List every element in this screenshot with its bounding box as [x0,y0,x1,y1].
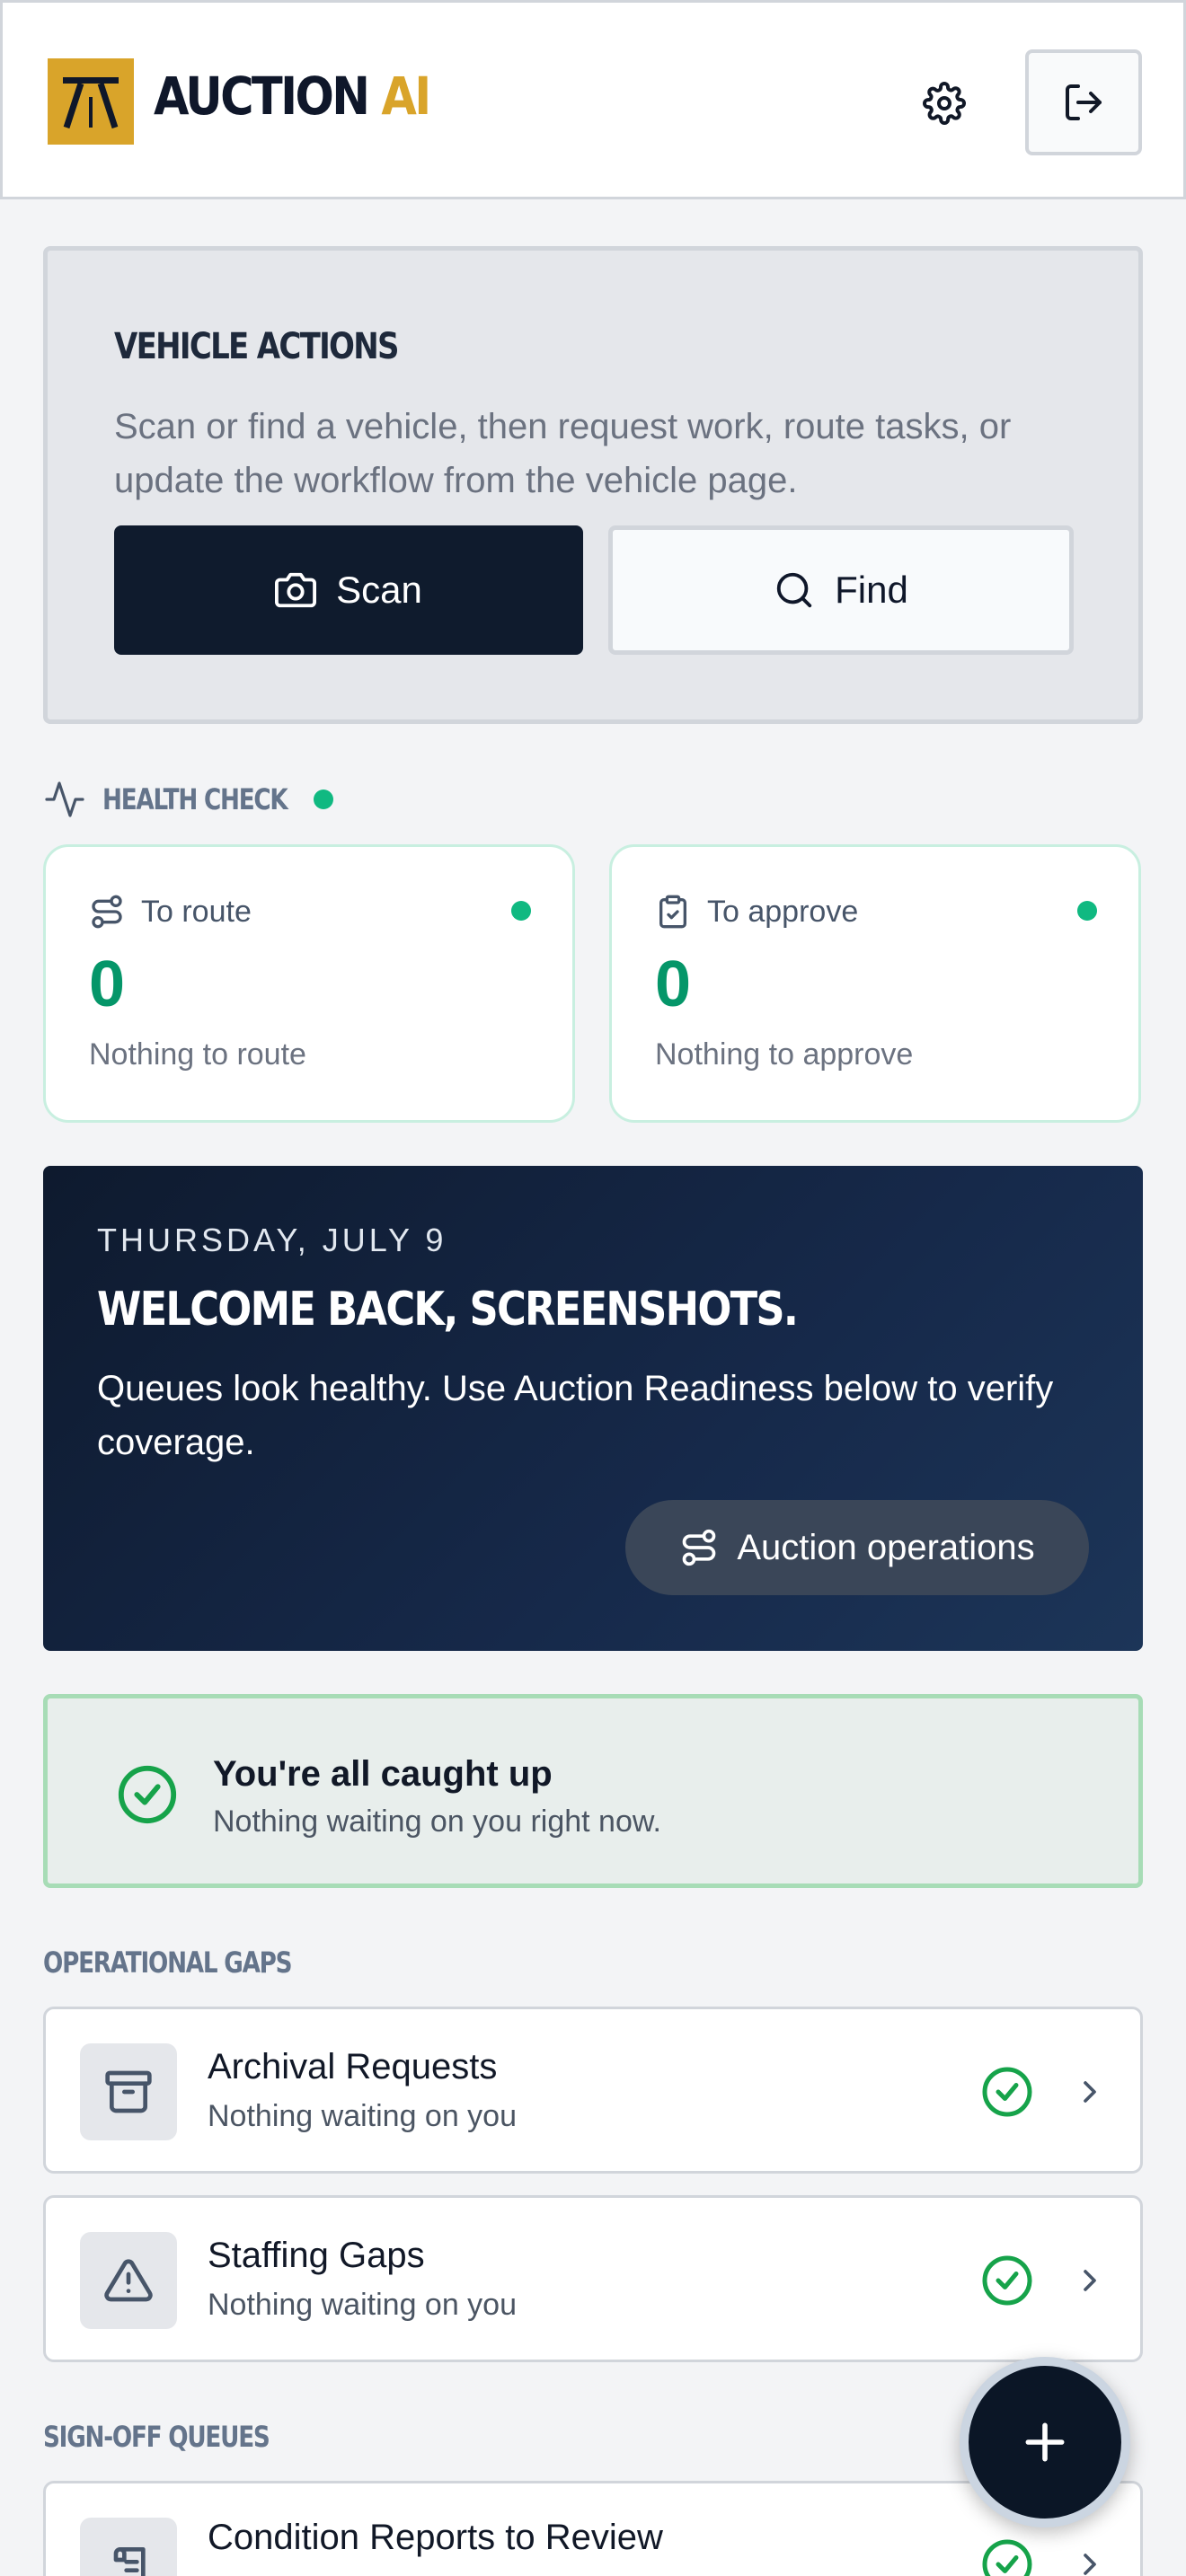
to-approve-subtitle: Nothing to approve [655,1037,914,1072]
brand-accent: AI [381,66,431,127]
logout-icon [1066,84,1102,120]
welcome-message: Queues look healthy. Use Auction Readine… [97,1369,1054,1462]
to-approve-count: 0 [655,948,692,1020]
brand-name: AUCTION AI [154,66,431,127]
app-header: AUCTION AI [0,0,1186,199]
to-approve-card[interactable]: To approve 0 Nothing to approve [609,844,1141,1123]
logout-button[interactable] [1025,49,1142,155]
welcome-date: THURSDAY, JULY 9 [97,1222,447,1258]
staffing-gaps-row[interactable]: Staffing Gaps Nothing waiting on you [43,2195,1143,2362]
welcome-banner: THURSDAY, JULY 9 WELCOME BACK, SCREENSHO… [43,1166,1143,1651]
find-label: Find [835,569,908,611]
to-route-card[interactable]: To route 0 Nothing to route [43,844,575,1123]
archival-requests-row[interactable]: Archival Requests Nothing waiting on you [43,2007,1143,2174]
caught-up-title: You're all caught up [213,1754,553,1794]
operational-gaps-label: OPERATIONAL GAPS [43,1945,293,1980]
staffing-gaps-title: Staffing Gaps [208,2236,425,2275]
check-circle-icon [982,2067,1032,2117]
health-check-label: HEALTH CHECK [43,778,333,821]
signoff-queues-label: SIGN-OFF QUEUES [43,2420,270,2454]
to-approve-status-dot [1077,901,1097,921]
scan-button[interactable]: Scan [114,525,583,655]
activity-icon [45,781,84,817]
vehicle-actions-description: Scan or find a vehicle, then request wor… [114,407,1012,500]
chevron-right-icon [1084,2270,1096,2291]
plus-icon [1025,2422,1065,2462]
route-icon [682,1529,716,1566]
health-check-title: HEALTH CHECK [102,782,288,816]
chevron-right-icon [1084,2081,1096,2103]
camera-icon [275,572,317,608]
archive-icon [80,2043,177,2140]
vehicle-actions-title: VEHICLE ACTIONS [114,326,399,367]
archival-requests-title: Archival Requests [208,2047,498,2086]
welcome-title: WELCOME BACK, SCREENSHOTS. [97,1283,799,1337]
settings-button[interactable] [919,78,969,128]
add-fab-button[interactable] [960,2357,1130,2527]
search-icon [776,572,812,608]
scan-label: Scan [336,569,422,611]
check-circle-icon [982,2539,1032,2576]
gear-icon [923,82,966,125]
auction-operations-label: Auction operations [737,1527,1035,1567]
caught-up-banner: You're all caught up Nothing waiting on … [43,1694,1143,1888]
chevron-right-icon [1084,2554,1096,2575]
logo-icon [48,58,134,145]
health-status-dot [313,790,333,809]
to-route-title: To route [141,894,252,929]
condition-reports-title: Condition Reports to Review [208,2518,663,2557]
report-icon [80,2518,177,2576]
to-route-status-dot [511,901,531,921]
check-circle-icon [982,2255,1032,2306]
warning-icon [80,2232,177,2329]
to-approve-title: To approve [707,894,859,929]
clipboard-check-icon [659,895,686,929]
route-icon [92,895,122,929]
check-circle-icon [118,1765,177,1824]
to-route-count: 0 [89,948,126,1020]
find-button[interactable]: Find [608,525,1074,655]
archival-requests-subtitle: Nothing waiting on you [208,2099,518,2133]
staffing-gaps-subtitle: Nothing waiting on you [208,2288,518,2322]
vehicle-actions-panel: VEHICLE ACTIONS Scan or find a vehicle, … [43,246,1143,724]
caught-up-subtitle: Nothing waiting on you right now. [213,1804,661,1839]
auction-operations-button[interactable]: Auction operations [625,1500,1089,1595]
brand-main: AUCTION [154,66,370,127]
to-route-subtitle: Nothing to route [89,1037,306,1072]
